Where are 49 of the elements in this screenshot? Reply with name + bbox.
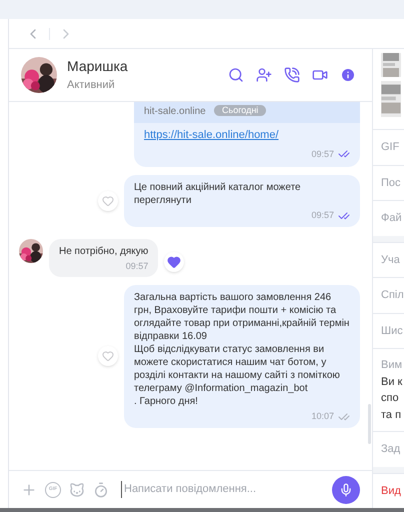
message-time: 09:57: [126, 260, 148, 272]
panel-label: GIF: [381, 140, 400, 155]
search-icon[interactable]: [228, 67, 244, 83]
message-text: Це повний акційний каталог можете переглянути: [134, 181, 302, 207]
panel-label: Шис: [381, 324, 404, 338]
message-text: Загальна вартість вашого замовлення 246 грн, Враховуйте тарифи пошти + комісію та оглядайте товар при отриманні,крайній термін відправки 16.09: [134, 291, 350, 343]
message-text: . Гарного дня!: [134, 395, 199, 408]
panel-row[interactable]: Шис: [373, 312, 404, 348]
message-time: 09:57: [311, 209, 334, 222]
heart-icon: [102, 350, 114, 362]
message-text: Щоб відслідкувати статус замовлення ви можете скористатися нашим чат ботом, у розділі контакти на нашому сайті з поміткою телеграму @Information_magazin_bot: [134, 343, 341, 395]
panel-row[interactable]: GIF: [373, 129, 404, 164]
contact-status: Активний: [67, 78, 116, 94]
voice-button[interactable]: [332, 476, 360, 504]
message-link[interactable]: https://hit-sale.online/home/: [144, 127, 350, 144]
panel-text: та п: [381, 408, 402, 422]
panel-label: Спіл: [381, 288, 404, 303]
phone-icon[interactable]: [284, 67, 300, 83]
preview-title: hit-sale.online: [144, 105, 206, 119]
panel-row[interactable]: Фай: [373, 200, 404, 236]
panel-label: Пос: [381, 176, 402, 190]
panel-row[interactable]: Зад: [373, 431, 404, 466]
panel-label: Уча: [381, 252, 401, 268]
panel-label: Фай: [381, 211, 403, 226]
panel-text: спо: [381, 391, 400, 406]
panel-label: Зад: [381, 442, 402, 457]
message-input[interactable]: Написати повідомлення...: [121, 481, 324, 498]
message-text: Не потрібно, дякую: [59, 244, 148, 258]
panel-label: Вим: [381, 358, 404, 373]
message-time: 09:57: [311, 148, 334, 160]
info-icon[interactable]: [340, 67, 356, 83]
plus-icon[interactable]: [21, 482, 37, 498]
contact-name: Маришка: [67, 57, 128, 76]
panel-label: Вид: [381, 484, 402, 498]
panel-row[interactable]: Пос: [373, 164, 404, 200]
mic-icon: [339, 482, 353, 496]
heart-icon: [102, 194, 114, 207]
add-person-icon[interactable]: [256, 67, 272, 83]
panel-row[interactable]: Вим Ви к спо та п: [373, 348, 404, 431]
panel-row[interactable]: Спіл: [373, 277, 404, 312]
panel-row[interactable]: Уча: [373, 242, 404, 277]
sticker-icon[interactable]: [69, 482, 85, 498]
date-pill: Сьогодні: [214, 105, 266, 116]
reaction-button[interactable]: [164, 252, 184, 272]
timer-icon[interactable]: [93, 482, 109, 498]
panel-text: Ви к: [381, 374, 404, 390]
heart-icon: [167, 254, 182, 269]
panel-row[interactable]: Вид: [373, 472, 404, 508]
message-time: 10:07: [311, 410, 334, 423]
